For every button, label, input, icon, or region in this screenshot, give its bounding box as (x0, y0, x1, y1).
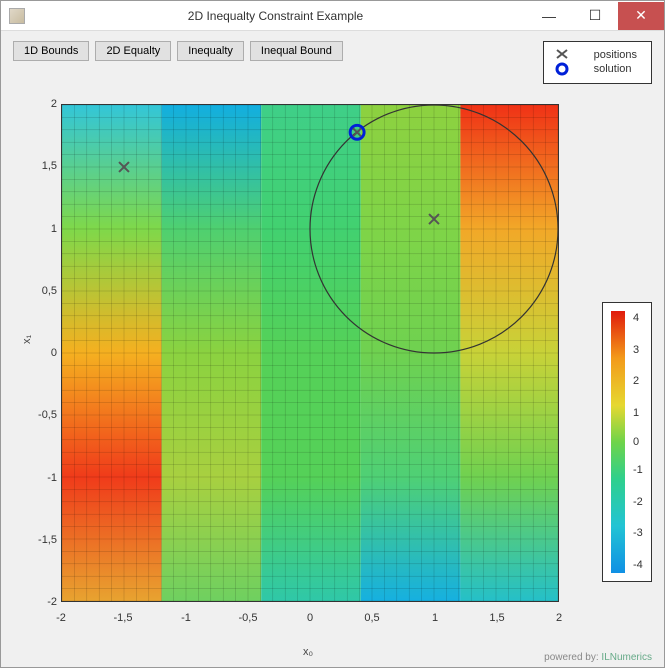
ytick: -1,5 (17, 534, 57, 546)
ytick: 1 (17, 223, 57, 235)
y-axis-label: x₁ (21, 334, 33, 343)
xtick: -1 (181, 612, 191, 624)
ytick: -0,5 (17, 409, 57, 421)
xtick: 1,5 (489, 612, 504, 624)
xtick: -1,5 (114, 612, 133, 624)
maximize-button[interactable]: ☐ (572, 2, 618, 30)
footer-brand-link[interactable]: ILNumerics (601, 652, 652, 663)
cb-tick: -1 (633, 464, 643, 476)
colorbar-gradient (611, 311, 625, 573)
cb-tick: 1 (633, 407, 639, 419)
window-title: 2D Inequalty Constraint Example (25, 9, 526, 23)
minimize-button[interactable]: — (526, 2, 572, 30)
colorbar-ticks: 4 3 2 1 0 -1 -2 -3 -4 (629, 311, 645, 573)
app-icon (9, 8, 25, 24)
xtick: -0,5 (239, 612, 258, 624)
xtick: 1 (432, 612, 438, 624)
close-button[interactable]: ✕ (618, 2, 664, 30)
inequality-button[interactable]: Inequalty (177, 41, 244, 61)
solution-marker-icon (554, 62, 570, 76)
grid (62, 105, 558, 601)
equality-2d-button[interactable]: 2D Equalty (95, 41, 171, 61)
xtick: 0 (307, 612, 313, 624)
ytick: -1 (17, 472, 57, 484)
chart[interactable] (61, 104, 559, 602)
legend-item-positions: positions (594, 48, 637, 62)
titlebar: 2D Inequalty Constraint Example — ☐ ✕ (1, 1, 664, 31)
cb-tick: 2 (633, 375, 639, 387)
ytick: 1,5 (17, 160, 57, 172)
xtick: 0,5 (364, 612, 379, 624)
cb-tick: -2 (633, 496, 643, 508)
ytick: -2 (17, 596, 57, 608)
inequal-bound-button[interactable]: Inequal Bound (250, 41, 343, 61)
x-axis-label: x₀ (303, 646, 313, 658)
cb-tick: -4 (633, 559, 643, 571)
legend-item-solution: solution (594, 62, 637, 76)
bounds-1d-button[interactable]: 1D Bounds (13, 41, 89, 61)
app-window: 2D Inequalty Constraint Example — ☐ ✕ 1D… (0, 0, 665, 668)
xtick: -2 (56, 612, 66, 624)
cb-tick: 3 (633, 344, 639, 356)
plot-area: -2 -1,5 -1 -0,5 0 0,5 1 1,5 2 2 1,5 1 0,… (13, 94, 652, 655)
window-controls: — ☐ ✕ (526, 2, 664, 30)
toolbar: 1D Bounds 2D Equalty Inequalty Inequal B… (1, 31, 664, 90)
positions-marker-icon (554, 48, 570, 60)
legend-labels: positions solution (594, 48, 637, 77)
cb-tick: 0 (633, 436, 639, 448)
cb-tick: 4 (633, 312, 639, 324)
colorbar: 4 3 2 1 0 -1 -2 -3 -4 (602, 302, 652, 582)
ytick: 0,5 (17, 285, 57, 297)
ytick: 0 (17, 347, 57, 359)
heatmap-svg (62, 105, 558, 601)
legend-icons (554, 48, 570, 76)
ytick: 2 (17, 98, 57, 110)
footer-prefix: powered by: (544, 652, 601, 663)
cb-tick: -3 (633, 527, 643, 539)
footer: powered by: ILNumerics (544, 652, 652, 663)
legend: positions solution (543, 41, 652, 84)
xtick: 2 (556, 612, 562, 624)
